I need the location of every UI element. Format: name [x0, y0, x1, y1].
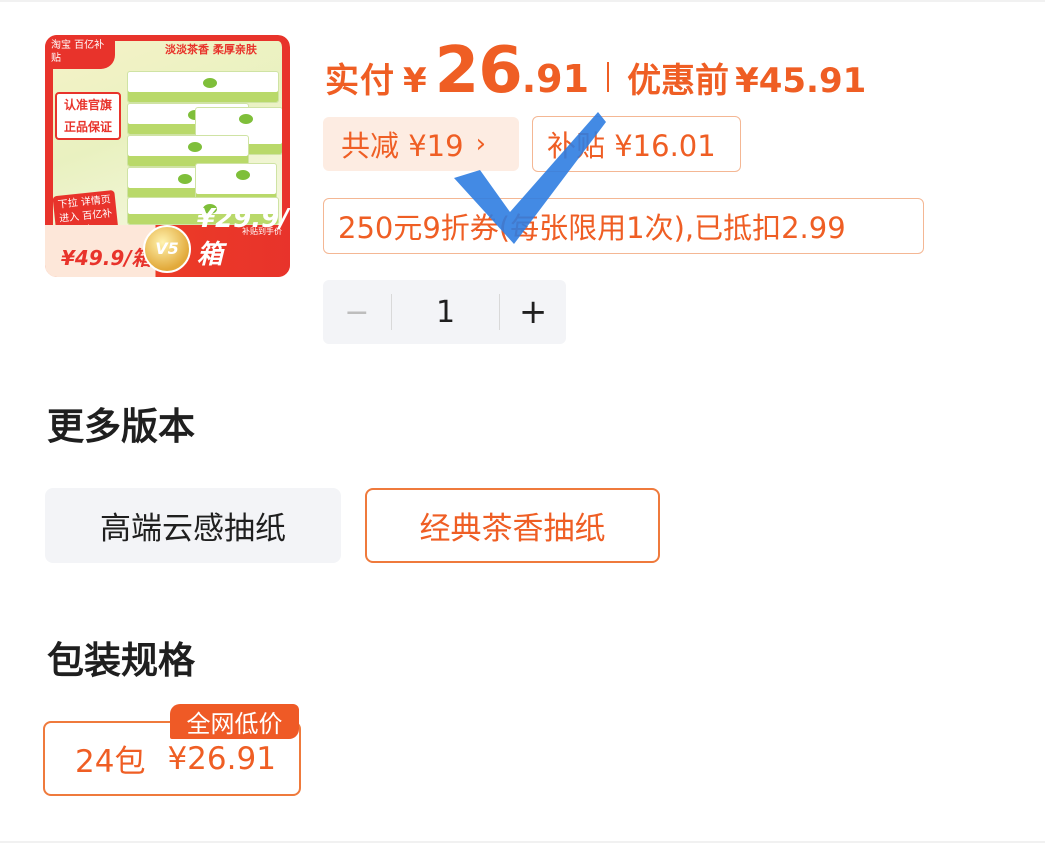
version-option-tea-selected[interactable]: 经典茶香抽纸: [365, 488, 660, 563]
thumbnail-new-price: ¥29.9/箱: [197, 204, 289, 270]
versions-section-title: 更多版本: [47, 405, 195, 448]
version-option-cloud[interactable]: 高端云感抽纸: [45, 488, 341, 563]
thumbnail-official-badge: 认准官旗 正品保证: [55, 92, 121, 140]
before-discount-price: ¥45.91: [735, 61, 867, 101]
total-reduction-chip[interactable]: 共减 ¥19 ›: [323, 117, 519, 171]
quantity-value[interactable]: 1: [392, 295, 500, 330]
thumbnail-tagline: 淡淡茶香 柔厚亲肤: [165, 43, 257, 56]
packaging-section-title: 包装规格: [47, 639, 195, 682]
bottom-divider: [0, 841, 1045, 843]
thumbnail-old-price: ¥49.9/箱: [61, 246, 152, 270]
lowest-price-badge: 全网低价: [170, 704, 299, 739]
paid-label: 实付: [325, 61, 395, 101]
top-divider: [0, 0, 1045, 2]
subsidy-label: 补贴 ¥16.01: [547, 129, 716, 163]
quantity-stepper: − 1 +: [323, 280, 566, 344]
price-separator: [607, 62, 610, 92]
chevron-right-icon: ›: [475, 129, 486, 159]
pack-option-price: ¥26.91: [167, 740, 276, 777]
thumbnail-corner-label: 淘宝 百亿补贴: [45, 35, 115, 69]
increment-button[interactable]: +: [500, 292, 566, 332]
price-decimal: .91: [521, 57, 590, 101]
thumbnail-v5-badge: V5: [143, 225, 191, 273]
price-row: 实付 ¥ 26 .91 优惠前 ¥45.91: [325, 34, 867, 108]
before-discount-label: 优惠前: [627, 61, 730, 101]
price-integer: 26: [434, 34, 523, 108]
product-thumbnail[interactable]: 淘宝 百亿补贴 淡淡茶香 柔厚亲肤 认准官旗 正品保证 下拉 详情页进入 百亿补…: [45, 35, 290, 277]
coupon-chip: 250元9折券(每张限用1次),已抵扣2.99: [323, 198, 924, 254]
thumbnail-price-label: 补贴到手价: [242, 227, 282, 236]
total-reduction-label: 共减 ¥19: [341, 129, 464, 163]
decrement-button[interactable]: −: [323, 295, 391, 330]
subsidy-chip: 补贴 ¥16.01: [532, 116, 741, 172]
coupon-label: 250元9折券(每张限用1次),已抵扣2.99: [338, 211, 846, 245]
pack-option-count: 24包: [75, 744, 146, 780]
currency-symbol: ¥: [403, 61, 427, 101]
